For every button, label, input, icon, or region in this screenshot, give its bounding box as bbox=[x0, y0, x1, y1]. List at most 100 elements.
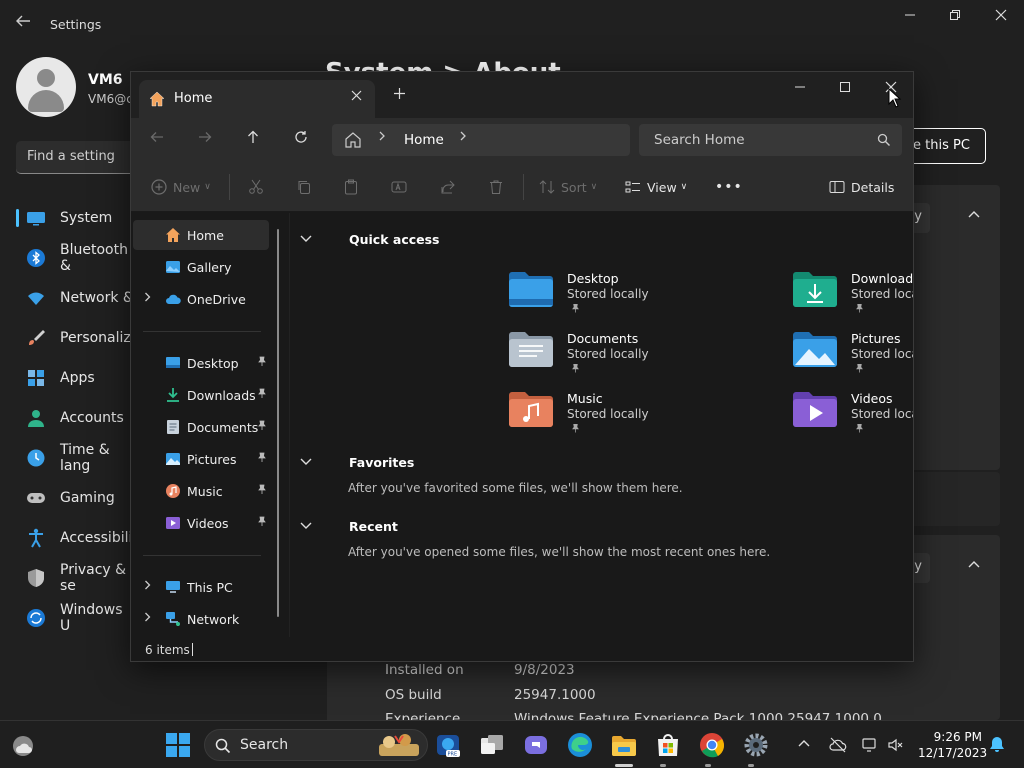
nav-item-time-language[interactable]: Time & lang bbox=[16, 438, 136, 478]
microsoft-store-icon[interactable] bbox=[654, 731, 682, 759]
network-status-icon[interactable] bbox=[861, 736, 879, 754]
list-item[interactable]: Downloads Stored locally bbox=[793, 271, 913, 331]
pin-icon[interactable] bbox=[257, 516, 267, 529]
chevron-down-icon[interactable] bbox=[300, 520, 312, 533]
teams-chat-icon[interactable] bbox=[522, 731, 550, 759]
nav-item-personalization[interactable]: Personaliza bbox=[16, 318, 139, 358]
settings-minimize-button[interactable] bbox=[895, 6, 925, 28]
sidebar-item-home[interactable]: Home bbox=[133, 220, 269, 250]
quick-access-header[interactable]: Quick access bbox=[300, 232, 440, 247]
pin-icon[interactable] bbox=[855, 303, 864, 316]
chevron-up-icon[interactable] bbox=[968, 557, 980, 571]
new-tab-button[interactable] bbox=[393, 84, 406, 105]
nav-item-system[interactable]: System bbox=[16, 198, 136, 238]
address-bar[interactable]: Home bbox=[332, 124, 630, 156]
pin-icon[interactable] bbox=[257, 356, 267, 369]
minimize-button[interactable] bbox=[782, 76, 818, 102]
copy-button[interactable] bbox=[296, 177, 318, 197]
task-view-icon[interactable] bbox=[478, 731, 506, 759]
chevron-right-icon[interactable] bbox=[459, 130, 467, 146]
forward-button[interactable] bbox=[193, 128, 217, 152]
nav-item-privacy[interactable]: Privacy & se bbox=[16, 558, 136, 598]
chevron-right-icon[interactable] bbox=[144, 612, 151, 625]
details-button[interactable]: Details bbox=[829, 177, 894, 197]
search-input[interactable]: Search Home bbox=[639, 124, 902, 156]
chevron-down-icon[interactable] bbox=[300, 456, 312, 469]
chrome-browser-icon[interactable] bbox=[698, 731, 726, 759]
chevron-right-icon[interactable] bbox=[378, 130, 386, 146]
cut-button[interactable] bbox=[248, 177, 270, 197]
sidebar-item-gallery[interactable]: Gallery bbox=[133, 252, 269, 282]
pin-icon[interactable] bbox=[257, 388, 267, 401]
nav-item-accessibility[interactable]: Accessibilit bbox=[16, 518, 138, 558]
chevron-up-icon[interactable] bbox=[797, 736, 815, 754]
refresh-button[interactable] bbox=[289, 128, 313, 152]
start-windows-icon[interactable] bbox=[164, 731, 192, 759]
rename-button[interactable] bbox=[391, 177, 413, 197]
sidebar-item-this-pc[interactable]: This PC bbox=[133, 572, 269, 602]
sidebar-item-downloads[interactable]: Downloads bbox=[133, 380, 269, 410]
pin-icon[interactable] bbox=[257, 452, 267, 465]
pin-icon[interactable] bbox=[257, 420, 267, 433]
back-arrow-icon[interactable] bbox=[14, 12, 34, 34]
file-explorer-taskbar-icon[interactable] bbox=[610, 731, 638, 759]
chevron-right-icon[interactable] bbox=[144, 292, 151, 305]
nav-item-accounts[interactable]: Accounts bbox=[16, 398, 136, 438]
list-item[interactable]: Videos Stored locally bbox=[793, 391, 913, 451]
settings-close-button[interactable] bbox=[986, 6, 1016, 28]
pin-icon[interactable] bbox=[855, 423, 864, 436]
settings-restore-button[interactable] bbox=[940, 6, 970, 28]
nav-item-apps[interactable]: Apps bbox=[16, 358, 136, 398]
new-button[interactable]: New ∨ bbox=[151, 177, 211, 197]
favorites-header[interactable]: Favorites bbox=[300, 455, 414, 470]
breadcrumb-home[interactable]: Home bbox=[404, 132, 444, 148]
pin-icon[interactable] bbox=[571, 363, 580, 376]
sidebar-item-documents[interactable]: Documents bbox=[133, 412, 269, 442]
up-button[interactable] bbox=[241, 128, 265, 152]
chevron-up-icon[interactable] bbox=[968, 207, 980, 221]
recent-header[interactable]: Recent bbox=[300, 519, 398, 534]
sidebar-item-music[interactable]: Music bbox=[133, 476, 269, 506]
paste-button[interactable] bbox=[343, 177, 365, 197]
weather-icon[interactable] bbox=[10, 733, 36, 759]
pin-icon[interactable] bbox=[257, 484, 267, 497]
nav-item-bluetooth[interactable]: Bluetooth & bbox=[16, 238, 136, 278]
sort-button[interactable]: Sort ∨ bbox=[539, 177, 597, 197]
system-clock[interactable]: 9:26 PM 12/17/2023 bbox=[918, 729, 987, 761]
list-item[interactable]: Music Stored locally bbox=[509, 391, 759, 451]
delete-button[interactable] bbox=[488, 177, 510, 197]
sidebar-item-videos[interactable]: Videos bbox=[133, 508, 269, 538]
notification-bell-icon[interactable] bbox=[988, 735, 1006, 753]
edge-browser-icon[interactable] bbox=[566, 731, 594, 759]
close-icon[interactable] bbox=[351, 89, 362, 105]
tab-home[interactable]: Home bbox=[139, 80, 375, 118]
list-item[interactable]: Pictures Stored locally bbox=[793, 331, 913, 391]
sidebar-scrollbar[interactable] bbox=[277, 229, 279, 617]
sidebar-item-pictures[interactable]: Pictures bbox=[133, 444, 269, 474]
sidebar-item-desktop[interactable]: Desktop bbox=[133, 348, 269, 378]
nav-item-windows-update[interactable]: Windows U bbox=[16, 598, 136, 638]
sidebar-item-onedrive[interactable]: OneDrive bbox=[133, 284, 269, 314]
nav-item-network[interactable]: Network & bbox=[16, 278, 136, 318]
chevron-right-icon[interactable] bbox=[144, 580, 151, 593]
list-item[interactable]: Documents Stored locally bbox=[509, 331, 759, 391]
nav-item-gaming[interactable]: Gaming bbox=[16, 478, 136, 518]
volume-muted-icon[interactable] bbox=[887, 736, 905, 754]
avatar[interactable] bbox=[16, 57, 76, 117]
more-options-button[interactable]: ••• bbox=[715, 177, 743, 197]
taskbar-search-box[interactable]: Search bbox=[204, 729, 428, 761]
settings-gear-icon[interactable] bbox=[742, 731, 770, 759]
sidebar-item-network[interactable]: Network bbox=[133, 604, 269, 634]
maximize-button[interactable] bbox=[827, 76, 863, 102]
news-app-icon[interactable]: PRE bbox=[434, 731, 462, 759]
back-button[interactable] bbox=[145, 128, 169, 152]
chevron-down-icon[interactable] bbox=[300, 233, 312, 246]
pin-icon[interactable] bbox=[855, 363, 864, 376]
onedrive-status-icon[interactable] bbox=[829, 736, 847, 754]
share-button[interactable] bbox=[440, 177, 462, 197]
pin-icon[interactable] bbox=[571, 303, 580, 316]
search-icon[interactable] bbox=[877, 133, 891, 147]
home-outline-icon[interactable] bbox=[344, 131, 362, 149]
view-button[interactable]: View ∨ bbox=[625, 177, 687, 197]
list-item[interactable]: Desktop Stored locally bbox=[509, 271, 759, 331]
